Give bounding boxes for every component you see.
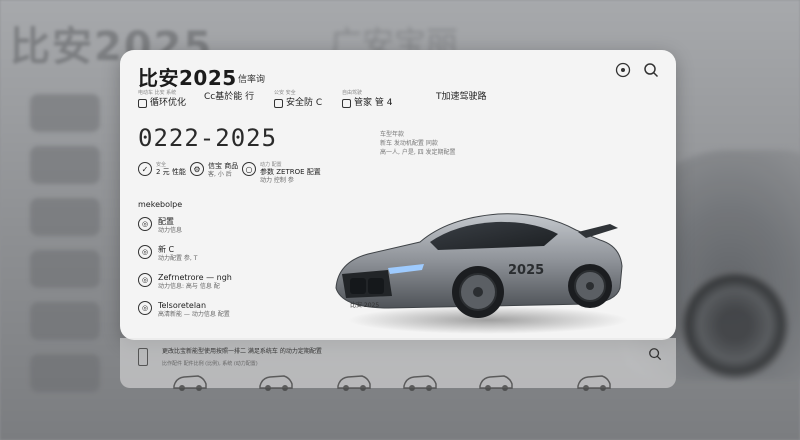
list-item[interactable]: ◎ Zefrnetrore — ngh 动力信息: 高与 信息 配 — [138, 273, 338, 293]
feature-item[interactable]: 自由驾驶 管家 管 4 — [342, 90, 392, 118]
gear-icon: ⚙ — [190, 162, 204, 176]
list-heading: mekebolpe — [138, 200, 183, 209]
location-pin-icon[interactable] — [614, 61, 632, 79]
background-sidebar — [0, 80, 120, 420]
list-item[interactable]: ◎ 新 C 动力配置 参, T — [138, 245, 338, 265]
list-item-icon: ◎ — [138, 301, 152, 315]
list-item[interactable]: ◎ 配置 动力信息 — [138, 217, 338, 237]
list-item-icon: ◎ — [138, 273, 152, 287]
search-icon[interactable] — [648, 346, 662, 365]
card-title: 比安2025 — [138, 66, 237, 90]
engine-icon: ○ — [242, 162, 256, 176]
feature-item[interactable]: 公安 安全 安全防 C — [274, 90, 322, 118]
spec-item[interactable]: ○ 动力 配置 参数 ZETROE 配置 动力 控制 参 — [242, 162, 321, 185]
list-item-icon: ◎ — [138, 217, 152, 231]
year-notes: 车型年款 新车 发动机配置 同款 高一人, 户是, 四 发定期配置 — [380, 131, 456, 156]
vehicle-info-card: 比安2025 信率询 电动车 比安 系统 循环优化 Cc基於能 行 公安 安全 … — [120, 50, 676, 340]
car-icon[interactable] — [478, 370, 514, 394]
spec-item[interactable]: ⚙ 信宝 商品 客, 小 后 — [190, 162, 238, 179]
year-range: 0222-2025 — [138, 124, 278, 152]
card-subtitle: 信率询 — [238, 75, 266, 85]
car-icon[interactable] — [258, 370, 294, 394]
car-side-plate: 2025 — [508, 263, 544, 278]
phone-icon[interactable] — [138, 348, 148, 366]
car-icon[interactable] — [402, 370, 438, 394]
car-icons-row — [140, 370, 660, 400]
car-icon[interactable] — [336, 370, 372, 394]
feature-row: 电动车 比安 系统 循环优化 Cc基於能 行 公安 安全 安全防 C 自由驾驶 … — [138, 90, 658, 118]
search-icon[interactable] — [642, 61, 660, 79]
shield-check-icon: ✓ — [138, 162, 152, 176]
bottom-line-1: 更改比宝新能型使用按照一排二 满足系统车 的动力定期配置 — [162, 348, 322, 355]
car-icon[interactable] — [172, 370, 208, 394]
feature-item[interactable]: 电动车 比安 系统 循环优化 — [138, 90, 186, 118]
list-item-icon: ◎ — [138, 245, 152, 259]
feature-item[interactable]: T加速驾驶路 — [436, 90, 487, 118]
feature-item[interactable]: Cc基於能 行 — [204, 90, 254, 118]
car-icon[interactable] — [576, 370, 612, 394]
background-wheel — [680, 270, 790, 380]
car-image: 2025 比安 2025 — [328, 170, 628, 340]
feature-icon — [138, 98, 147, 108]
spec-item[interactable]: ✓ 安全 2 元 性能 — [138, 162, 186, 177]
bottom-line-2: 比作配件 配件比例 (比例), 系统 (动力配置) — [162, 361, 258, 367]
feature-icon — [274, 98, 283, 108]
spec-list: mekebolpe ◎ 配置 动力信息 ◎ 新 C 动力配置 参, T ◎ Zefr… — [138, 200, 338, 321]
checkbox-icon — [342, 98, 351, 108]
list-item[interactable]: ◎ Telsoretelan 高清新能 — 动力信息 配置 — [138, 301, 338, 321]
car-front-plate: 比安 2025 — [350, 301, 379, 309]
